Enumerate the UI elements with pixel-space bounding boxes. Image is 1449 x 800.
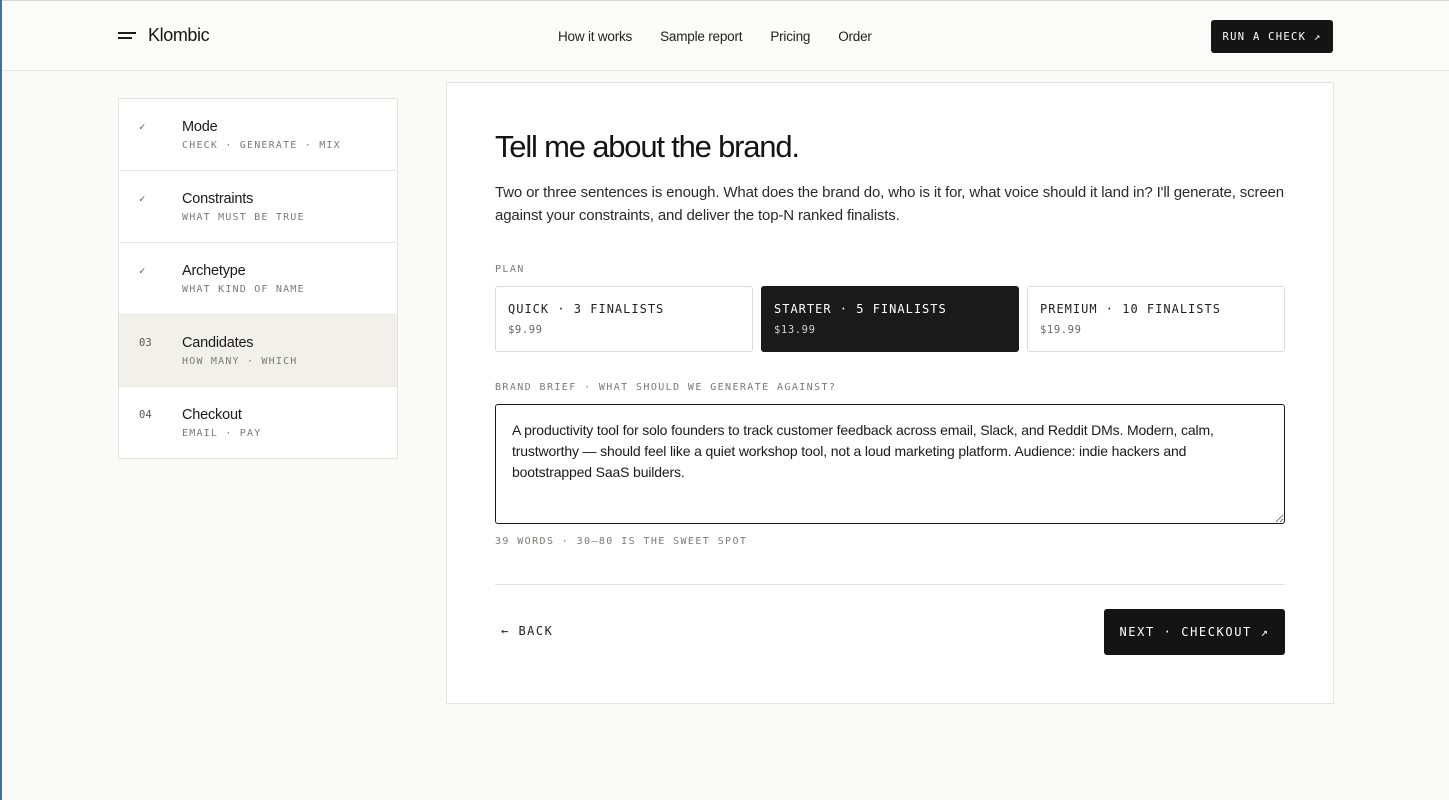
step-candidates[interactable]: 03 Candidates HOW MANY · WHICH [119,315,397,387]
plan-label: PLAN [495,264,525,275]
nav-how-it-works[interactable]: How it works [558,29,632,44]
plan-options: QUICK · 3 FINALISTS $9.99 STARTER · 5 FI… [495,286,1285,352]
check-icon: ✓ [139,265,146,277]
plan-price: $13.99 [774,324,816,336]
main-nav: How it works Sample report Pricing Order [558,29,872,44]
plan-name: PREMIUM · 10 FINALISTS [1040,302,1221,316]
step-title: Mode [182,119,218,135]
step-subtitle: WHAT KIND OF NAME [182,284,305,295]
plan-name: STARTER · 5 FINALISTS [774,302,947,316]
step-title: Candidates [182,335,254,351]
back-button[interactable]: ← BACK [501,624,553,638]
brand-name: Klombic [148,25,210,45]
brand-brief-label: BRAND BRIEF · WHAT SHOULD WE GENERATE AG… [495,382,837,393]
next-checkout-button[interactable]: NEXT · CHECKOUT ↗ [1104,609,1285,655]
logo[interactable]: Klombic [118,25,210,46]
nav-order[interactable]: Order [838,29,872,44]
step-subtitle: CHECK · GENERATE · MIX [182,140,341,151]
plan-name: QUICK · 3 FINALISTS [508,302,665,316]
word-count: 39 WORDS · 30–80 IS THE SWEET SPOT [495,536,748,547]
plan-quick[interactable]: QUICK · 3 FINALISTS $9.99 [495,286,753,352]
step-title: Archetype [182,263,246,279]
nav-pricing[interactable]: Pricing [770,29,810,44]
check-icon: ✓ [139,193,146,205]
nav-sample-report[interactable]: Sample report [660,29,742,44]
step-subtitle: HOW MANY · WHICH [182,356,298,367]
plan-price: $9.99 [508,324,543,336]
intro-text: Two or three sentences is enough. What d… [495,184,1284,224]
step-constraints[interactable]: ✓ Constraints WHAT MUST BE TRUE [119,171,397,243]
plan-premium[interactable]: PREMIUM · 10 FINALISTS $19.99 [1027,286,1285,352]
plan-starter[interactable]: STARTER · 5 FINALISTS $13.99 [761,286,1019,352]
divider [495,584,1285,585]
check-icon: ✓ [139,121,146,133]
step-number: 03 [139,337,152,349]
run-a-check-button[interactable]: RUN A CHECK ↗ [1211,20,1333,53]
step-title: Constraints [182,191,254,207]
top-header: Klombic How it works Sample report Prici… [2,0,1449,71]
brand-brief-textarea[interactable]: A productivity tool for solo founders to… [495,404,1285,524]
step-checkout[interactable]: 04 Checkout EMAIL · PAY [119,387,397,458]
page-title: Tell me about the brand. [495,129,800,164]
step-mode[interactable]: ✓ Mode CHECK · GENERATE · MIX [119,99,397,171]
step-archetype[interactable]: ✓ Archetype WHAT KIND OF NAME [119,243,397,315]
step-subtitle: WHAT MUST BE TRUE [182,212,305,223]
brand-form-card: Tell me about the brand. Two or three se… [446,82,1334,704]
step-title: Checkout [182,407,242,423]
step-number: 04 [139,409,152,421]
logo-mark-icon [118,31,138,41]
step-list: ✓ Mode CHECK · GENERATE · MIX ✓ Constrai… [118,98,398,459]
step-subtitle: EMAIL · PAY [182,428,262,439]
plan-price: $19.99 [1040,324,1082,336]
